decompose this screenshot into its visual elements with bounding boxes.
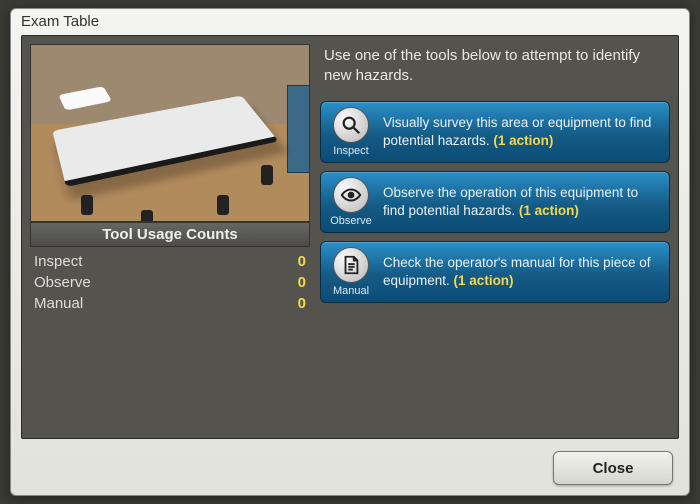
- tool-cost: (1 action): [454, 273, 514, 288]
- window-title: Exam Table: [11, 9, 689, 35]
- preview-wheel: [141, 210, 153, 222]
- preview-wheel: [217, 195, 229, 215]
- preview-wheel: [261, 165, 273, 185]
- tool-description: Check the operator's manual for this pie…: [381, 242, 669, 302]
- tool-desc-text: Observe the operation of this equipment …: [383, 185, 638, 218]
- tool-icon-column: Observe: [321, 172, 381, 232]
- count-row-manual: Manual 0: [30, 293, 310, 314]
- tool-inspect-button[interactable]: Inspect Visually survey this area or equ…: [320, 101, 670, 163]
- tool-label: Manual: [333, 285, 369, 297]
- tool-icon-column: Inspect: [321, 102, 381, 162]
- tool-manual-button[interactable]: Manual Check the operator's manual for t…: [320, 241, 670, 303]
- tool-description: Observe the operation of this equipment …: [381, 172, 669, 232]
- counts-header: Tool Usage Counts: [30, 222, 310, 247]
- dialog-window: Exam Table Tool Usage Counts Inspect 0: [10, 8, 690, 496]
- eye-icon: [333, 177, 369, 213]
- magnifier-icon: [333, 107, 369, 143]
- document-icon: [333, 247, 369, 283]
- count-value: 0: [298, 253, 306, 270]
- count-row-observe: Observe 0: [30, 272, 310, 293]
- close-button[interactable]: Close: [553, 451, 673, 485]
- count-row-inspect: Inspect 0: [30, 251, 310, 272]
- preview-equipment-side: [287, 85, 310, 173]
- tool-cost: (1 action): [519, 203, 579, 218]
- counts-table: Inspect 0 Observe 0 Manual 0: [30, 251, 310, 314]
- right-panel: Use one of the tools below to attempt to…: [320, 44, 670, 430]
- equipment-preview: [30, 44, 310, 222]
- tool-label: Observe: [330, 215, 372, 227]
- tool-desc-text: Check the operator's manual for this pie…: [383, 255, 650, 288]
- tool-observe-button[interactable]: Observe Observe the operation of this eq…: [320, 171, 670, 233]
- dialog-content: Tool Usage Counts Inspect 0 Observe 0 Ma…: [21, 35, 679, 439]
- preview-wheel: [81, 195, 93, 215]
- instructions-text: Use one of the tools below to attempt to…: [320, 44, 670, 101]
- left-panel: Tool Usage Counts Inspect 0 Observe 0 Ma…: [30, 44, 310, 430]
- count-value: 0: [298, 274, 306, 291]
- count-label: Observe: [34, 274, 91, 291]
- count-label: Inspect: [34, 253, 82, 270]
- tool-icon-column: Manual: [321, 242, 381, 302]
- tool-description: Visually survey this area or equipment t…: [381, 102, 669, 162]
- tool-label: Inspect: [333, 145, 368, 157]
- tool-cost: (1 action): [493, 133, 553, 148]
- count-label: Manual: [34, 295, 83, 312]
- dialog-footer: Close: [11, 447, 689, 495]
- count-value: 0: [298, 295, 306, 312]
